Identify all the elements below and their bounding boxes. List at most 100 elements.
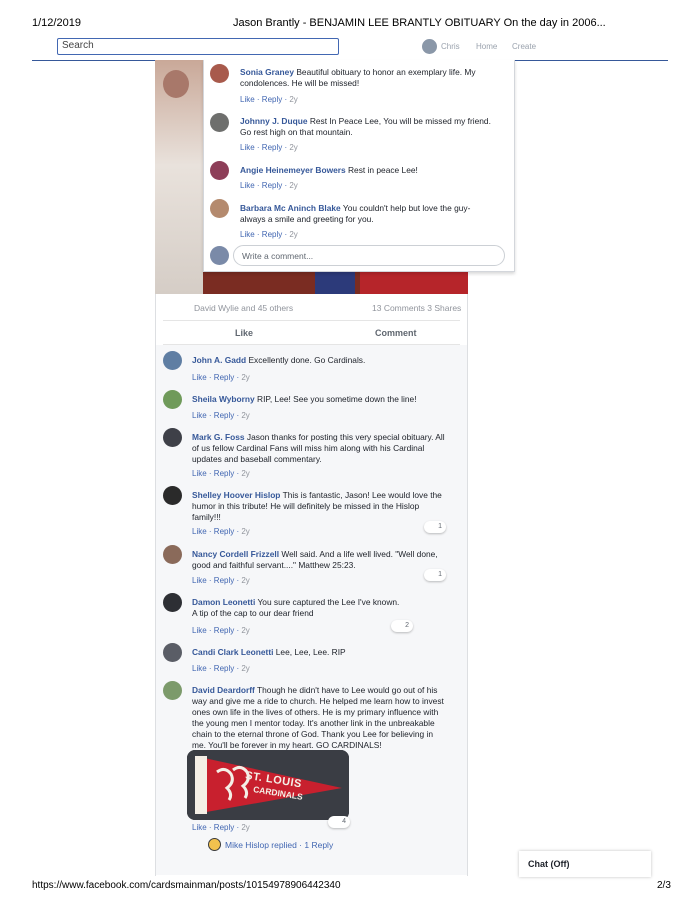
- comment-text: humor in this tribute! He will definitel…: [192, 501, 420, 511]
- reply-link[interactable]: Reply: [214, 823, 234, 832]
- comment-time[interactable]: 2y: [241, 823, 249, 832]
- commenter-name[interactable]: Mark G. Foss: [192, 432, 245, 442]
- replies-link[interactable]: Mike Hislop replied · 1 Reply: [225, 840, 333, 850]
- reply-link[interactable]: Reply: [262, 230, 282, 239]
- reaction-count[interactable]: 1: [424, 521, 446, 533]
- like-link[interactable]: Like: [240, 143, 255, 152]
- commenter-avatar[interactable]: [163, 643, 182, 662]
- comment-time[interactable]: 2y: [241, 626, 249, 635]
- reply-link[interactable]: Reply: [262, 181, 282, 190]
- reaction-count[interactable]: 1: [424, 569, 446, 581]
- print-page-number: 2/3: [657, 880, 671, 891]
- user-avatar[interactable]: [422, 39, 437, 54]
- comment-time[interactable]: 2y: [241, 664, 249, 673]
- comment-button[interactable]: Comment: [375, 328, 417, 338]
- comment-text: RIP, Lee! See you sometime down the line…: [257, 394, 417, 404]
- commenter-name[interactable]: Nancy Cordell Frizzell: [192, 549, 279, 559]
- reply-count[interactable]: 1 Reply: [304, 840, 333, 850]
- reply-link[interactable]: Reply: [214, 373, 234, 382]
- comment-time[interactable]: 2y: [289, 143, 297, 152]
- commenter-avatar[interactable]: [163, 545, 182, 564]
- like-link[interactable]: Like: [192, 823, 207, 832]
- comment-text: updates and baseball commentary.: [192, 454, 322, 464]
- commenter-name[interactable]: Barbara Mc Aninch Blake: [240, 203, 341, 213]
- commenter-avatar[interactable]: [163, 351, 182, 370]
- comment-text: Go rest high on that mountain.: [240, 127, 353, 137]
- like-link[interactable]: Like: [240, 95, 255, 104]
- comment-time[interactable]: 2y: [289, 230, 297, 239]
- commenter-name[interactable]: John A. Gadd: [192, 355, 246, 365]
- reply-link[interactable]: Reply: [214, 576, 234, 585]
- commenter-name[interactable]: Shelley Hoover Hislop: [192, 490, 280, 500]
- commenter-name[interactable]: Sheila Wyborny: [192, 394, 255, 404]
- nav-home-link[interactable]: Home: [476, 42, 497, 51]
- reply-link[interactable]: Reply: [262, 143, 282, 152]
- commenter-avatar[interactable]: [210, 64, 229, 83]
- like-link[interactable]: Like: [192, 664, 207, 673]
- comment-time[interactable]: 2y: [241, 527, 249, 536]
- comment-text: Rest in peace Lee!: [348, 165, 418, 175]
- comment-text: Excellently done. Go Cardinals.: [248, 355, 366, 365]
- like-link[interactable]: Like: [192, 469, 207, 478]
- comment-time[interactable]: 2y: [241, 576, 249, 585]
- comment-text: always a smile and greeting for you.: [240, 214, 374, 224]
- like-link[interactable]: Like: [192, 411, 207, 420]
- print-url: https://www.facebook.com/cardsmainman/po…: [32, 880, 341, 891]
- popup-comment: Sonia Graney Beautiful obituary to honor…: [240, 67, 500, 89]
- commenter-name[interactable]: Angie Heinemeyer Bowers: [240, 165, 346, 175]
- commenter-avatar[interactable]: [163, 390, 182, 409]
- commenter-name[interactable]: Candi Clark Leonetti: [192, 647, 273, 657]
- like-link[interactable]: Like: [192, 626, 207, 635]
- comment-time[interactable]: 2y: [289, 181, 297, 190]
- like-link[interactable]: Like: [192, 527, 207, 536]
- print-date: 1/12/2019: [32, 17, 81, 29]
- pennant-photo[interactable]: ST. LOUIS CARDINALS: [187, 750, 349, 820]
- comment-body: John A. Gadd Excellently done. Go Cardin…: [192, 355, 457, 366]
- commenter-avatar[interactable]: [163, 681, 182, 700]
- write-comment-input[interactable]: Write a comment...: [233, 245, 505, 266]
- chat-tab[interactable]: Chat (Off): [519, 851, 651, 877]
- like-link[interactable]: Like: [240, 181, 255, 190]
- reactions-summary[interactable]: David Wylie and 45 others: [194, 303, 293, 313]
- comment-text: Well said. And a life well lived. "Well …: [281, 549, 438, 559]
- replier-name[interactable]: Mike Hislop replied: [225, 840, 297, 850]
- comment-body: David Deardorff Though he didn't have to…: [192, 685, 462, 751]
- comment-actions: Like · Reply · 2y: [240, 230, 298, 239]
- replier-avatar[interactable]: [208, 838, 221, 851]
- commenter-name[interactable]: Damon Leonetti: [192, 597, 255, 607]
- like-link[interactable]: Like: [192, 373, 207, 382]
- reply-link[interactable]: Reply: [214, 411, 234, 420]
- comments-shares-count[interactable]: 13 Comments 3 Shares: [372, 303, 461, 313]
- like-button[interactable]: Like: [235, 328, 253, 338]
- commenter-name[interactable]: Sonia Graney: [240, 67, 294, 77]
- reply-link[interactable]: Reply: [214, 664, 234, 673]
- comment-actions: Like · Reply · 2y: [240, 143, 298, 152]
- comment-text: way and give me a ride to church. He hel…: [192, 696, 444, 706]
- like-link[interactable]: Like: [192, 576, 207, 585]
- reaction-count[interactable]: 2: [391, 620, 413, 632]
- reply-link[interactable]: Reply: [214, 527, 234, 536]
- commenter-name[interactable]: David Deardorff: [192, 685, 255, 695]
- comment-time[interactable]: 2y: [289, 95, 297, 104]
- reply-link[interactable]: Reply: [214, 626, 234, 635]
- commenter-avatar[interactable]: [210, 199, 229, 218]
- commenter-name[interactable]: Johnny J. Duque: [240, 116, 307, 126]
- commenter-avatar[interactable]: [210, 113, 229, 132]
- commenter-avatar[interactable]: [163, 593, 182, 612]
- nav-create-link[interactable]: Create: [512, 42, 536, 51]
- commenter-avatar[interactable]: [163, 486, 182, 505]
- comment-text: chain to the eternal throne of God. Than…: [192, 729, 434, 739]
- comment-time[interactable]: 2y: [241, 469, 249, 478]
- comment-time[interactable]: 2y: [241, 373, 249, 382]
- nav-profile-link[interactable]: Chris: [441, 42, 460, 51]
- comment-time[interactable]: 2y: [241, 411, 249, 420]
- commenter-avatar[interactable]: [210, 161, 229, 180]
- reaction-count[interactable]: 4: [328, 816, 350, 828]
- like-link[interactable]: Like: [240, 230, 255, 239]
- comment-body: Candi Clark Leonetti Lee, Lee, Lee. RIP: [192, 647, 457, 658]
- print-page-title: Jason Brantly - BENJAMIN LEE BRANTLY OBI…: [233, 17, 606, 29]
- reply-link[interactable]: Reply: [214, 469, 234, 478]
- commenter-avatar[interactable]: [163, 428, 182, 447]
- reply-link[interactable]: Reply: [262, 95, 282, 104]
- search-input[interactable]: Search: [57, 38, 339, 55]
